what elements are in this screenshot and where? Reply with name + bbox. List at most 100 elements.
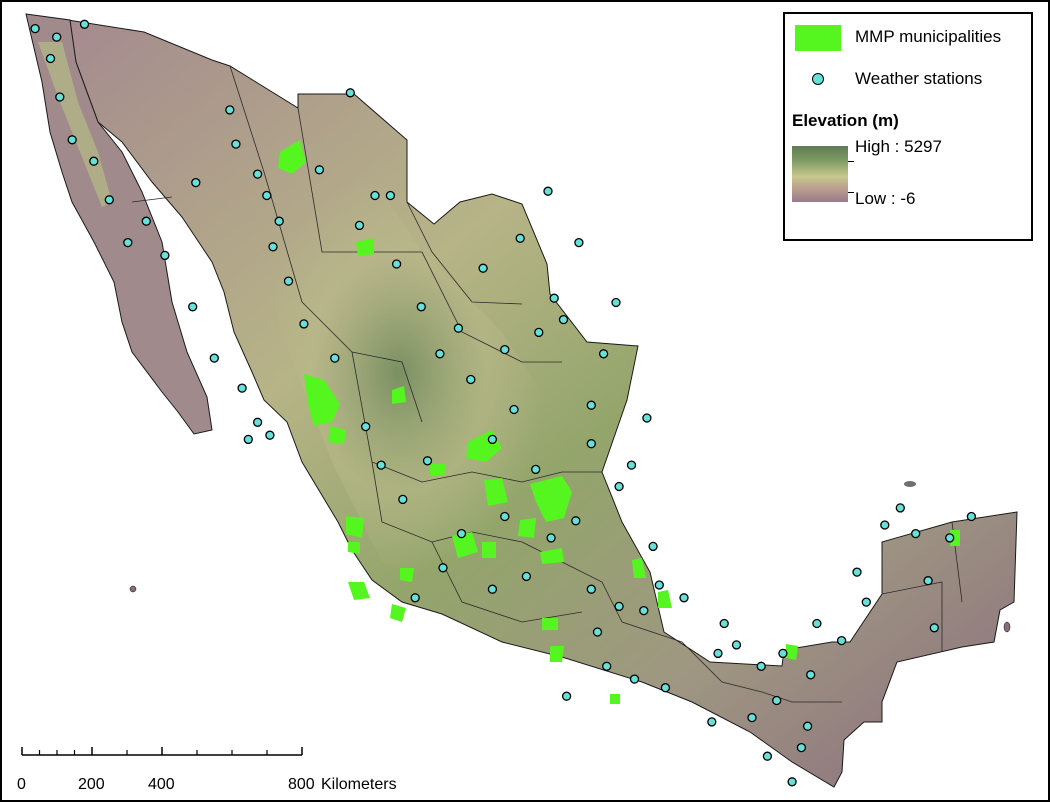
weather-station-point[interactable] (812, 618, 822, 629)
weather-station-point[interactable] (435, 349, 445, 359)
weather-station-point[interactable] (602, 661, 612, 671)
weather-station-point[interactable] (478, 263, 488, 273)
weather-station-point[interactable] (679, 593, 689, 603)
weather-station-point[interactable] (191, 177, 201, 188)
weather-station-point[interactable] (660, 683, 671, 693)
weather-station-point[interactable] (911, 528, 921, 539)
weather-station-point[interactable] (614, 601, 624, 612)
weather-station-point[interactable] (330, 353, 340, 363)
weather-station-point[interactable] (731, 640, 742, 650)
weather-station-point[interactable] (345, 88, 355, 98)
weather-station-point[interactable] (778, 648, 788, 659)
mmp-area[interactable] (348, 542, 360, 554)
weather-station-point[interactable] (806, 670, 816, 680)
weather-station-point[interactable] (586, 584, 596, 594)
weather-station-point[interactable] (104, 195, 114, 205)
weather-station-point[interactable] (354, 220, 365, 231)
weather-station-point[interactable] (89, 156, 99, 166)
weather-station-point[interactable] (487, 434, 498, 445)
mmp-area[interactable] (482, 542, 496, 558)
weather-station-point[interactable] (283, 276, 294, 286)
weather-station-point[interactable] (487, 584, 498, 594)
weather-station-point[interactable] (880, 520, 890, 530)
weather-station-point[interactable] (796, 742, 807, 753)
weather-station-point[interactable] (713, 648, 723, 659)
weather-station-point[interactable] (629, 674, 640, 684)
weather-station-point[interactable] (225, 105, 235, 115)
weather-station-point[interactable] (614, 481, 624, 492)
weather-station-point[interactable] (265, 430, 275, 440)
weather-station-point[interactable] (852, 567, 862, 577)
weather-station-point[interactable] (456, 528, 467, 539)
weather-station-point[interactable] (543, 186, 553, 196)
weather-station-point[interactable] (762, 751, 773, 761)
weather-station-point[interactable] (160, 250, 170, 261)
weather-station-point[interactable] (237, 383, 247, 393)
weather-station-point[interactable] (252, 169, 263, 179)
weather-station-point[interactable] (252, 417, 263, 427)
weather-station-point[interactable] (861, 597, 871, 607)
weather-station-point[interactable] (598, 349, 609, 359)
weather-station-point[interactable] (262, 190, 272, 201)
mmp-area[interactable] (610, 694, 620, 704)
weather-station-point[interactable] (416, 302, 426, 312)
weather-station-point[interactable] (410, 593, 420, 603)
weather-station-point[interactable] (299, 319, 309, 329)
weather-station-point[interactable] (274, 216, 284, 226)
weather-station-point[interactable] (361, 421, 371, 432)
weather-station-point[interactable] (500, 511, 510, 522)
mmp-area[interactable] (518, 518, 536, 538)
mmp-area[interactable] (390, 604, 406, 622)
weather-station-point[interactable] (268, 242, 278, 252)
weather-station-point[interactable] (929, 623, 939, 633)
mmp-area[interactable] (348, 582, 370, 600)
weather-station-point[interactable] (546, 533, 556, 543)
weather-station-point[interactable] (531, 464, 541, 475)
weather-station-point[interactable] (509, 404, 519, 415)
weather-station-point[interactable] (772, 695, 782, 706)
weather-station-point[interactable] (45, 53, 56, 64)
weather-station-point[interactable] (370, 190, 380, 201)
weather-station-point[interactable] (574, 237, 584, 248)
weather-station-point[interactable] (558, 314, 569, 325)
weather-station-point[interactable] (209, 353, 219, 363)
weather-station-point[interactable] (836, 635, 847, 646)
weather-station-point[interactable] (747, 712, 757, 723)
weather-station-point[interactable] (639, 605, 649, 616)
weather-station-point[interactable] (592, 627, 603, 637)
weather-station-point[interactable] (586, 400, 596, 410)
weather-station-point[interactable] (561, 691, 572, 701)
weather-station-point[interactable] (923, 576, 933, 586)
weather-station-point[interactable] (945, 533, 955, 543)
weather-station-point[interactable] (515, 233, 525, 243)
weather-station-point[interactable] (67, 135, 77, 145)
weather-station-point[interactable] (385, 190, 396, 201)
mmp-area[interactable] (400, 568, 414, 582)
mmp-area[interactable] (542, 618, 558, 630)
weather-station-point[interactable] (500, 344, 510, 355)
weather-station-point[interactable] (626, 460, 637, 470)
weather-station-point[interactable] (438, 563, 448, 573)
weather-station-point[interactable] (398, 494, 408, 505)
weather-station-point[interactable] (648, 541, 658, 552)
weather-station-point[interactable] (642, 413, 652, 423)
weather-station-point[interactable] (376, 460, 386, 470)
weather-station-point[interactable] (422, 456, 433, 466)
weather-station-point[interactable] (611, 297, 621, 308)
weather-station-point[interactable] (787, 777, 797, 787)
weather-station-point[interactable] (79, 19, 90, 29)
weather-station-point[interactable] (966, 511, 977, 522)
weather-station-point[interactable] (55, 92, 65, 102)
weather-station-point[interactable] (756, 661, 766, 671)
weather-station-point[interactable] (52, 32, 62, 42)
weather-station-point[interactable] (188, 302, 198, 312)
weather-station-point[interactable] (30, 23, 40, 34)
weather-station-point[interactable] (586, 439, 596, 449)
weather-station-point[interactable] (314, 165, 325, 175)
weather-station-point[interactable] (719, 618, 729, 629)
weather-station-point[interactable] (453, 323, 464, 333)
weather-station-point[interactable] (391, 259, 402, 269)
mmp-area[interactable] (658, 590, 672, 608)
weather-station-point[interactable] (707, 717, 717, 727)
weather-station-point[interactable] (549, 293, 559, 303)
